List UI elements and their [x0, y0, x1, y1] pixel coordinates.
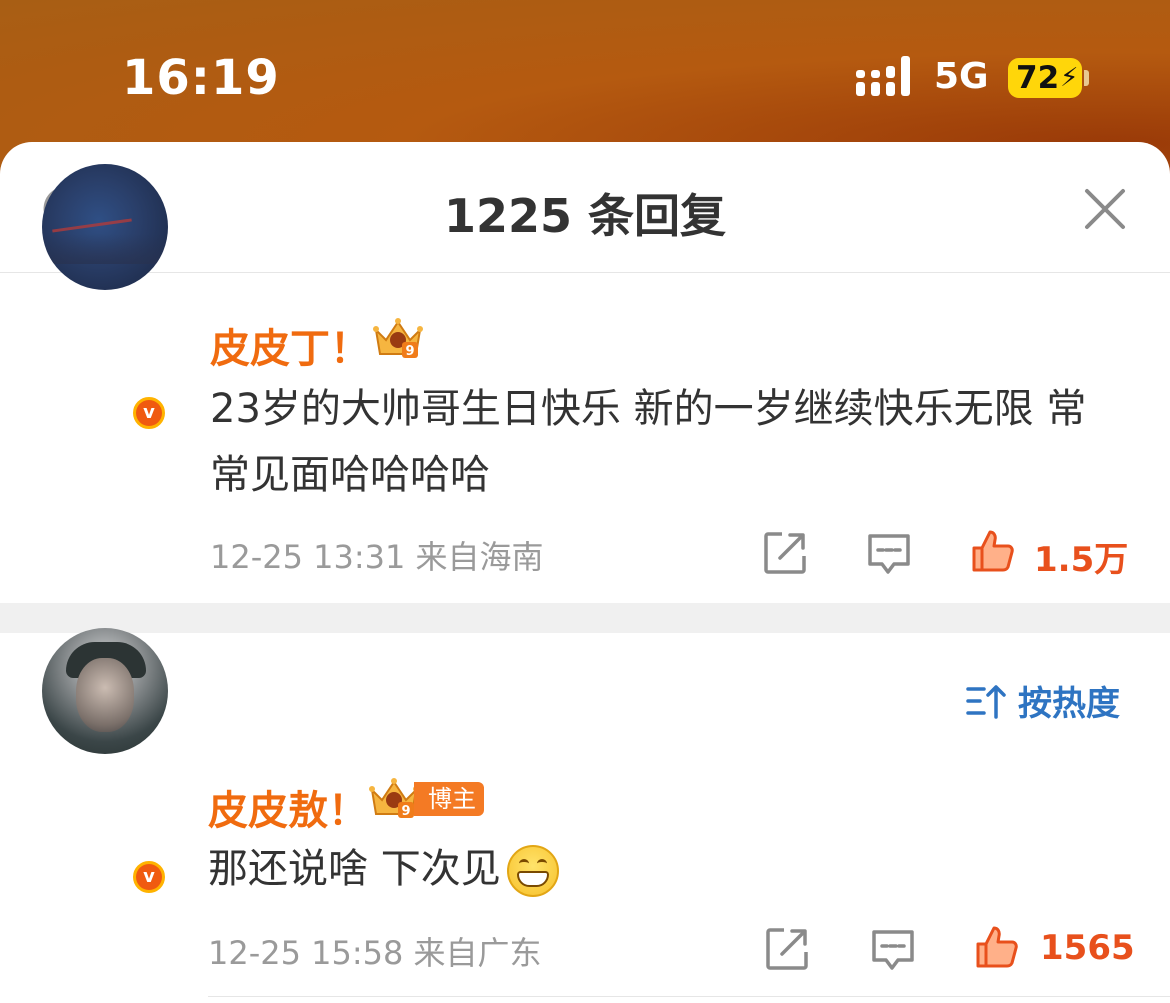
- comment-icon[interactable]: [866, 530, 912, 576]
- comment-location: 来自海南: [415, 538, 544, 576]
- battery-tip: [1084, 70, 1089, 86]
- reply-text: 那还说啥 下次见: [208, 846, 501, 892]
- reply-location: 来自广东: [413, 934, 542, 972]
- comment-meta: 12-25 13:31 来自海南: [210, 532, 544, 578]
- network-type: 5G: [934, 56, 989, 97]
- verified-badge-icon: v: [130, 394, 168, 432]
- section-divider: [0, 603, 1170, 633]
- sheet-header: 1225 条回复: [0, 142, 1170, 273]
- crown-badge-icon[interactable]: 9: [370, 316, 426, 360]
- avatar[interactable]: [42, 628, 168, 754]
- avatar[interactable]: [42, 164, 168, 290]
- avatar-shade: [42, 234, 168, 264]
- close-icon[interactable]: [1082, 186, 1128, 232]
- sort-by-hot-button[interactable]: 按热度: [966, 676, 1120, 725]
- reply-username[interactable]: 皮皮敖！: [208, 778, 368, 836]
- like-icon[interactable]: [970, 528, 1016, 574]
- verified-badge-icon: v: [130, 858, 168, 896]
- sort-icon: [966, 684, 1006, 719]
- grin-emoji-icon: [506, 845, 559, 897]
- like-count: 1565: [1040, 928, 1135, 968]
- author-tag: 博主: [414, 782, 484, 816]
- avatar-face: [76, 658, 134, 732]
- battery-indicator: 72 ⚡: [1008, 58, 1082, 98]
- reply-timestamp: 12-25 15:58: [208, 934, 404, 972]
- comment-username[interactable]: 皮皮丁！: [210, 316, 370, 374]
- signal-icon: [856, 56, 910, 96]
- like-count: 1.5万: [1034, 540, 1129, 580]
- comment-icon[interactable]: [870, 926, 916, 972]
- svg-text:9: 9: [405, 344, 414, 359]
- svg-text:9: 9: [401, 804, 410, 819]
- row-divider: [208, 996, 1170, 997]
- sheet-title: 1225 条回复: [443, 189, 727, 243]
- status-time: 16:19: [122, 50, 280, 106]
- comment-content: 23岁的大帅哥生日快乐 新的一岁继续快乐无限 常常见面哈哈哈哈: [210, 386, 1087, 498]
- share-icon[interactable]: [762, 530, 808, 576]
- comment-timestamp: 12-25 13:31: [210, 538, 406, 576]
- avatar-streak: [52, 218, 132, 233]
- like-icon[interactable]: [974, 924, 1020, 970]
- reply-content: 那还说啥 下次见: [208, 836, 559, 902]
- charging-bolt-icon: ⚡: [1060, 63, 1079, 93]
- reply-meta: 12-25 15:58 来自广东: [208, 928, 542, 974]
- share-icon[interactable]: [764, 926, 810, 972]
- sort-label: 按热度: [1018, 684, 1120, 724]
- battery-level: 72: [1016, 60, 1060, 96]
